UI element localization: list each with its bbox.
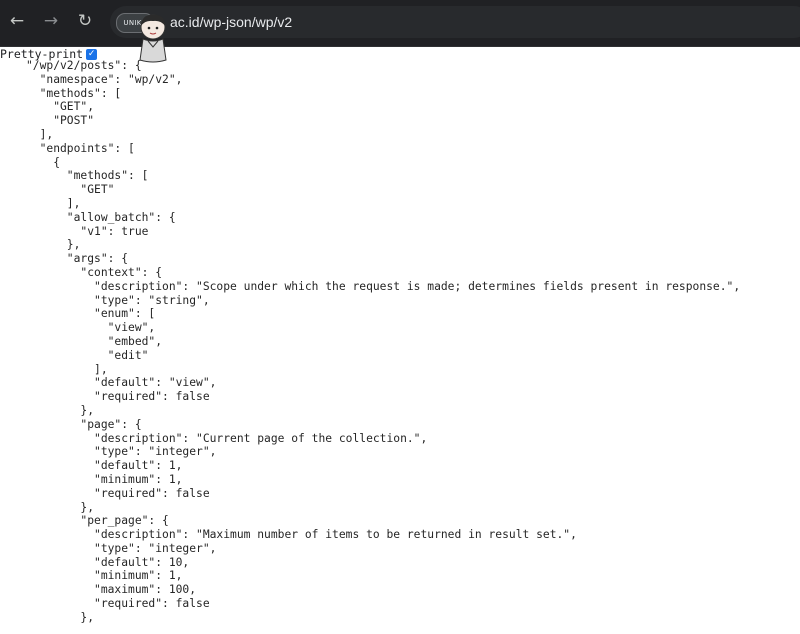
json-line: "/wp/v2/posts": {: [26, 59, 142, 72]
back-button[interactable]: ←: [4, 8, 30, 34]
cartoon-sticker-icon: [139, 14, 167, 63]
json-line: "context": {: [80, 265, 163, 279]
json-line: "view",: [107, 321, 156, 335]
json-line: "page": {: [80, 417, 142, 431]
json-line: ],: [39, 127, 54, 141]
forward-button[interactable]: →: [38, 8, 64, 34]
json-line: ],: [94, 362, 108, 376]
json-line: "v1": true: [80, 224, 149, 238]
arrow-right-icon: →: [43, 11, 59, 31]
json-line: "per_page": {: [80, 514, 169, 528]
checkmark-icon: ✓: [87, 48, 96, 59]
json-line: "required": false: [94, 597, 210, 611]
json-line: "required": false: [94, 486, 210, 500]
json-line: "default": 10,: [94, 555, 190, 569]
json-line: "args": {: [66, 252, 129, 266]
json-body: "/wp/v2/posts": { "namespace": "wp/v2", …: [26, 59, 740, 625]
json-line: "description": "Scope under which the re…: [94, 279, 741, 293]
json-line: "endpoints": [: [39, 141, 135, 155]
reload-icon: ↻: [77, 11, 93, 31]
json-line: "default": 1,: [94, 459, 183, 473]
url-text[interactable]: ac.id/wp-json/wp/v2: [170, 6, 292, 38]
json-line: "enum": [: [94, 307, 156, 321]
json-line: },: [80, 610, 95, 624]
json-line: "namespace": "wp/v2",: [39, 72, 183, 86]
reload-button[interactable]: ↻: [72, 8, 98, 34]
json-line: "allow_batch": {: [66, 210, 176, 224]
json-line: "description": "Maximum number of items …: [94, 528, 577, 542]
browser-toolbar: ← → ↻ UNIKA ac.id/wp-json/wp/v2: [0, 0, 800, 47]
json-line: "methods": [: [66, 169, 149, 183]
json-line: "description": "Current page of the coll…: [94, 431, 428, 445]
json-line: "GET": [80, 183, 115, 197]
json-line: },: [80, 403, 95, 417]
json-line: "default": "view",: [94, 376, 217, 390]
json-line: "type": "integer",: [94, 445, 217, 459]
json-line: "minimum": 1,: [94, 472, 183, 486]
json-line: "GET",: [53, 100, 95, 114]
json-line: "required": false: [94, 390, 210, 404]
json-line: },: [66, 238, 81, 252]
json-line: "minimum": 1,: [94, 569, 183, 583]
json-line: "type": "string",: [94, 293, 210, 307]
pretty-print-checkbox[interactable]: ✓: [86, 48, 98, 60]
arrow-left-icon: ←: [9, 11, 25, 31]
json-line: "methods": [: [39, 86, 122, 100]
json-line: "POST": [53, 114, 95, 128]
json-line: "embed",: [107, 334, 163, 348]
json-line: "maximum": 100,: [94, 583, 197, 597]
json-line: "type": "integer",: [94, 541, 217, 555]
json-line: "edit": [107, 348, 149, 362]
json-line: },: [80, 500, 95, 514]
json-line: ],: [66, 196, 81, 210]
json-line: {: [53, 155, 61, 169]
address-bar[interactable]: UNIKA ac.id/wp-json/wp/v2: [110, 6, 800, 38]
